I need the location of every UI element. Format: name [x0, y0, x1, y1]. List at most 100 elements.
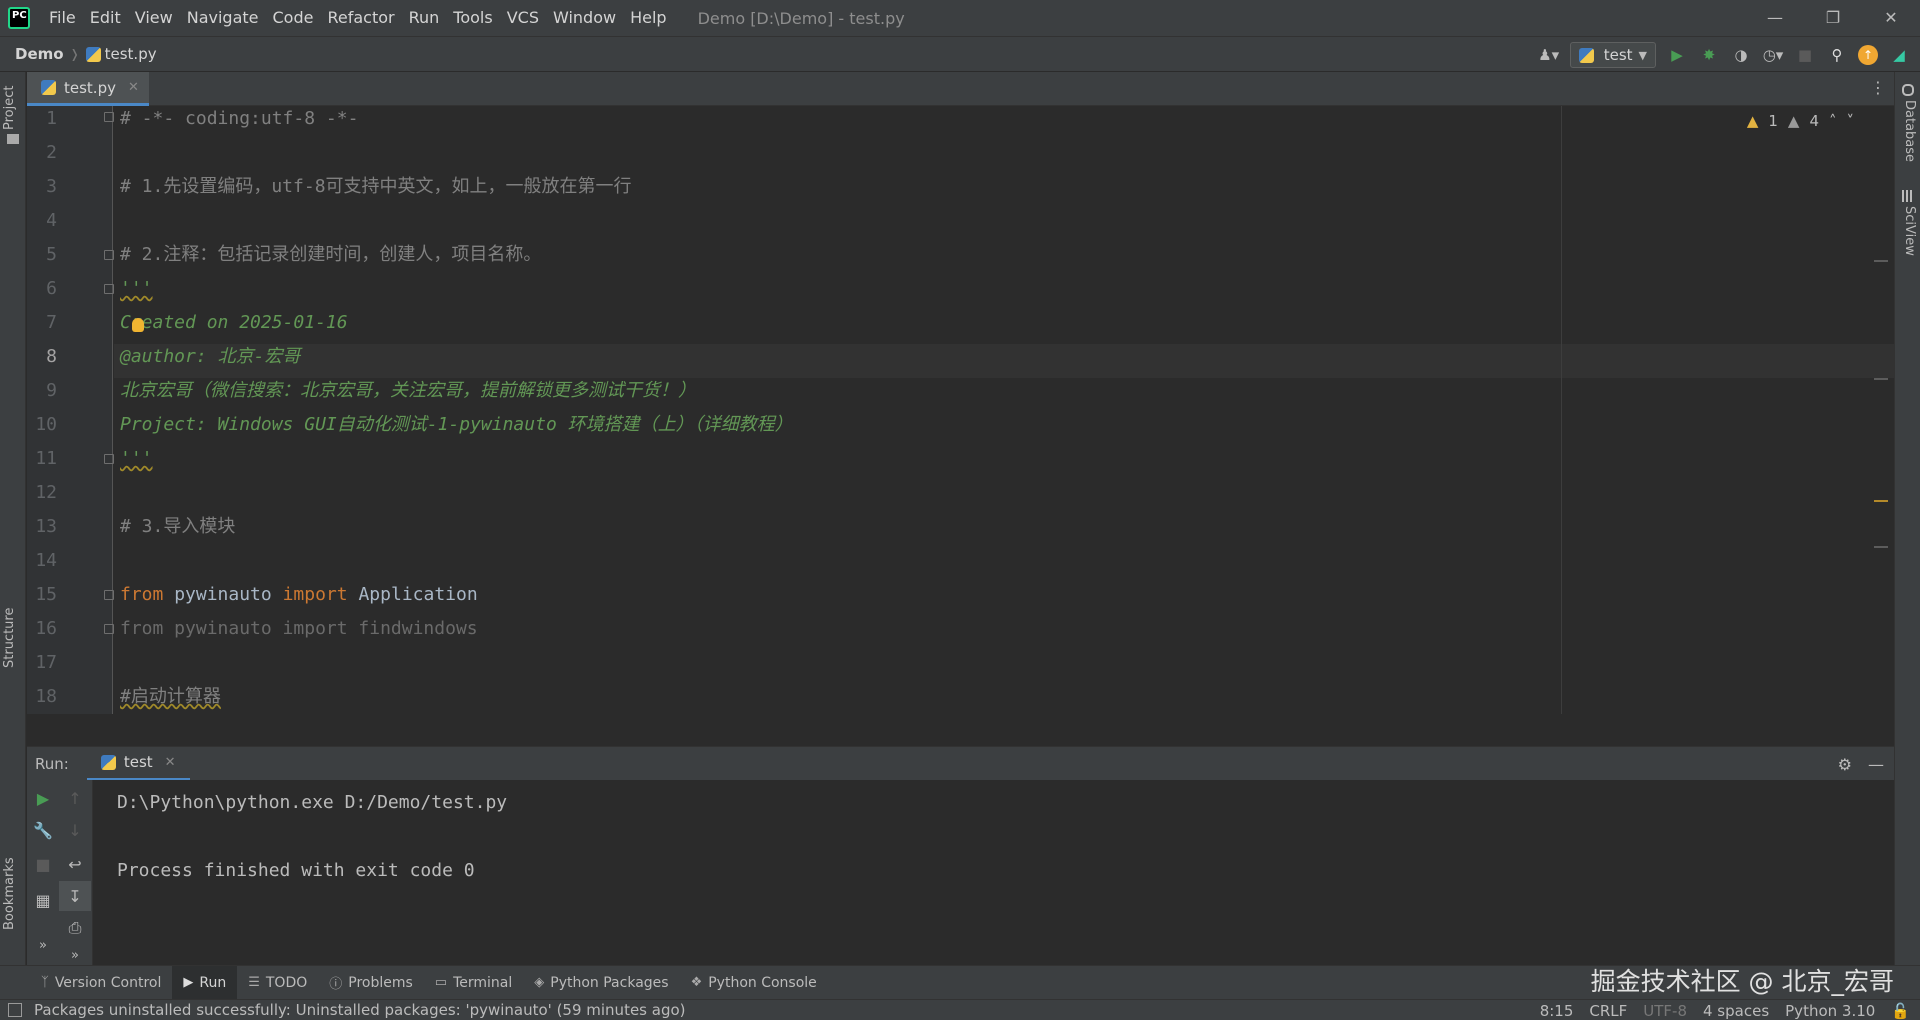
line-separator[interactable]: CRLF — [1589, 1002, 1627, 1020]
chevron-down-icon[interactable]: ˅ — [1847, 112, 1855, 130]
jetbrains-toolbox-icon[interactable]: ◢ — [1888, 44, 1910, 66]
menu-help[interactable]: Help — [623, 0, 673, 36]
tool-window-label: Version Control — [54, 974, 162, 991]
fold-marker-icon[interactable] — [104, 454, 114, 464]
fold-marker-icon[interactable] — [104, 284, 114, 294]
stripe-mark[interactable] — [1874, 546, 1888, 548]
run-config-selector[interactable]: test ▼ — [1569, 42, 1656, 68]
error-stripe[interactable] — [1874, 106, 1890, 714]
window-title: Demo [D:\Demo] - test.py — [697, 8, 905, 28]
python-interpreter[interactable]: Python 3.10 — [1785, 1002, 1875, 1020]
coverage-icon[interactable]: ◑ — [1730, 44, 1752, 66]
scroll-to-end-icon[interactable]: ↧ — [59, 881, 91, 911]
toggle-tool-windows-icon[interactable] — [8, 1003, 22, 1017]
tool-window-version-control[interactable]: ᛉ Version Control — [30, 966, 172, 1000]
run-tab-test[interactable]: test ✕ — [86, 747, 190, 781]
status-message[interactable]: Packages uninstalled successfully: Unins… — [34, 1001, 686, 1019]
stripe-mark-warning[interactable] — [1874, 500, 1888, 502]
tool-window-terminal[interactable]: ▭ Terminal — [424, 966, 523, 1000]
lightbulb-icon[interactable] — [132, 318, 144, 332]
menu-tools[interactable]: Tools — [446, 0, 499, 36]
tool-window-todo[interactable]: ☰ TODO — [237, 966, 318, 1000]
profile-icon[interactable]: ◷▾ — [1762, 44, 1784, 66]
navigation-bar: Demo ❭ test.py ♟▾ test ▼ ▶ ✸ ◑ ◷▾ ■ ⚲ ↑ … — [0, 36, 1920, 72]
close-tab-icon[interactable]: ✕ — [165, 755, 176, 770]
menu-code[interactable]: Code — [266, 0, 321, 36]
update-icon[interactable]: ↑ — [1858, 45, 1878, 65]
fold-marker-icon[interactable] — [104, 624, 114, 634]
restore-icon[interactable]: ❐ — [1804, 0, 1862, 36]
menu-edit[interactable]: Edit — [83, 0, 128, 36]
menu-window[interactable]: Window — [546, 0, 623, 36]
breadcrumb-project[interactable]: Demo — [15, 45, 64, 63]
menu-refactor[interactable]: Refactor — [320, 0, 401, 36]
menu-view[interactable]: View — [128, 0, 180, 36]
fold-marker-icon[interactable] — [104, 590, 114, 600]
stripe-mark[interactable] — [1874, 260, 1888, 262]
tool-window-run[interactable]: ▶ Run — [172, 965, 238, 1000]
run-panel-tools: ⚙ — — [1838, 747, 1884, 781]
line-number: 10 — [35, 414, 57, 435]
tool-window-python-console[interactable]: ❖ Python Console — [680, 966, 828, 1000]
menu-vcs[interactable]: VCS — [500, 0, 546, 36]
close-tab-icon[interactable]: ✕ — [128, 80, 139, 95]
file-encoding[interactable]: UTF-8 — [1643, 1002, 1687, 1020]
fold-marker-icon[interactable] — [104, 250, 114, 260]
inspection-widget[interactable]: ▲ 1 ▲ 4 ˄ ˅ — [1747, 112, 1854, 130]
run-icon[interactable]: ▶ — [1666, 44, 1688, 66]
user-icon[interactable]: ♟▾ — [1538, 44, 1560, 66]
console-output[interactable]: D:\Python\python.exe D:/Demo/test.py Pro… — [117, 786, 507, 888]
line-number: 11 — [35, 448, 57, 469]
sciview-tool-tab[interactable]: SciView — [1902, 206, 1917, 256]
code-line: # 2.注释：包括记录创建时间，创建人，项目名称。 — [120, 244, 542, 265]
chevron-up-icon[interactable]: ˄ — [1829, 112, 1837, 130]
database-tool-tab[interactable]: Database — [1902, 100, 1917, 162]
breadcrumb-file[interactable]: test.py — [105, 45, 157, 63]
structure-tool-tab[interactable]: Structure — [2, 608, 17, 668]
arrow-up-icon[interactable]: ↑ — [59, 783, 91, 813]
more-tools-icon[interactable]: » — [27, 930, 59, 960]
unlock-icon[interactable]: 🔓 — [1891, 1002, 1910, 1020]
branch-icon: ᛉ — [41, 975, 49, 990]
search-icon[interactable]: ⚲ — [1826, 44, 1848, 66]
fold-marker-icon[interactable] — [104, 112, 114, 122]
menu-file[interactable]: File — [42, 0, 83, 36]
code-line: from pywinauto import Application — [120, 578, 478, 612]
editor-tab-test-py[interactable]: test.py ✕ — [27, 72, 149, 106]
run-config-label: test — [1603, 46, 1633, 64]
layout-icon[interactable]: ▦ — [27, 885, 59, 915]
run-toolbar-primary: ▶ 🔧 ■ ▦ » — [27, 780, 59, 965]
stop-icon[interactable]: ■ — [27, 849, 59, 879]
arrow-down-icon[interactable]: ↓ — [59, 815, 91, 845]
soft-wrap-icon[interactable]: ↩ — [59, 849, 91, 879]
bookmarks-tool-tab[interactable]: Bookmarks — [2, 857, 17, 930]
settings-gear-icon[interactable]: ⚙ — [1838, 755, 1852, 774]
more-vertical-icon[interactable]: ⋮ — [1870, 78, 1886, 97]
indent-setting[interactable]: 4 spaces — [1703, 1002, 1769, 1020]
tool-window-python-packages[interactable]: ◈ Python Packages — [523, 966, 679, 1000]
debug-icon[interactable]: ✸ — [1698, 44, 1720, 66]
wrench-icon[interactable]: 🔧 — [27, 815, 59, 845]
hide-panel-icon[interactable]: — — [1868, 755, 1884, 774]
menu-navigate[interactable]: Navigate — [180, 0, 266, 36]
sciview-icon — [1902, 190, 1914, 202]
stripe-mark[interactable] — [1874, 378, 1888, 380]
menu-run[interactable]: Run — [402, 0, 447, 36]
project-tool-tab[interactable]: Project — [2, 86, 17, 130]
run-toolbar-secondary: ↑ ↓ ↩ ↧ ⎙ » — [59, 780, 93, 965]
print-icon[interactable]: ⎙ — [59, 913, 91, 943]
tool-window-problems[interactable]: ⓘ Problems — [318, 966, 424, 1000]
tool-window-label: Terminal — [453, 974, 513, 991]
stop-icon[interactable]: ■ — [1794, 44, 1816, 66]
weak-warning-icon: ▲ — [1787, 112, 1800, 130]
line-number: 14 — [35, 550, 57, 571]
minimize-icon[interactable]: — — [1746, 0, 1804, 36]
info-icon: ⓘ — [329, 977, 343, 992]
rerun-icon[interactable]: ▶ — [27, 783, 59, 813]
caret-position[interactable]: 8:15 — [1540, 1002, 1574, 1020]
close-icon[interactable]: ✕ — [1862, 0, 1920, 36]
run-panel-header: Run: test ✕ ⚙ — — [27, 746, 1894, 781]
run-icon: ▶ — [183, 975, 194, 990]
code-editor[interactable]: 1 2 3 4 5 6 7 8 9 10 11 12 13 14 15 16 1… — [27, 106, 1894, 714]
left-tool-strip: Project Structure Bookmarks — [0, 72, 26, 965]
